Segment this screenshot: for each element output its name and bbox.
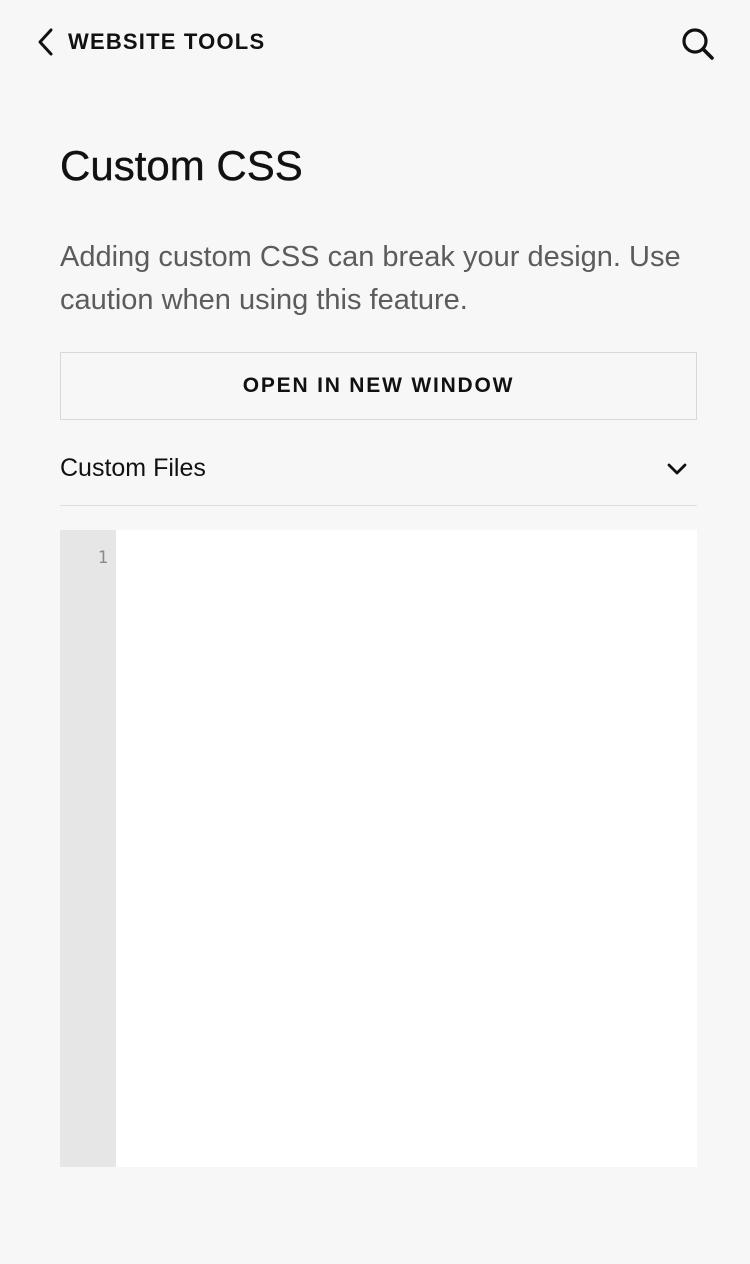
top-bar: WEBSITE TOOLS	[0, 0, 750, 84]
custom-files-label: Custom Files	[60, 454, 206, 482]
chevron-down-icon	[665, 457, 697, 481]
chevron-left-icon	[34, 24, 58, 60]
back-link-label: WEBSITE TOOLS	[68, 29, 266, 54]
line-number-gutter: 1	[60, 530, 116, 1167]
search-button[interactable]	[678, 24, 718, 64]
page-title: Custom CSS	[60, 142, 303, 189]
open-in-new-window-button[interactable]: OPEN IN NEW WINDOW	[60, 352, 697, 420]
search-icon	[678, 24, 718, 64]
custom-files-dropdown[interactable]: Custom Files	[60, 432, 697, 506]
line-number: 1	[97, 548, 108, 568]
warning-text: Adding custom CSS can break your design.…	[60, 241, 681, 316]
css-code-editor: 1	[60, 530, 697, 1167]
back-to-website-tools-link[interactable]: WEBSITE TOOLS	[34, 24, 265, 60]
code-input-area[interactable]	[116, 530, 697, 1167]
